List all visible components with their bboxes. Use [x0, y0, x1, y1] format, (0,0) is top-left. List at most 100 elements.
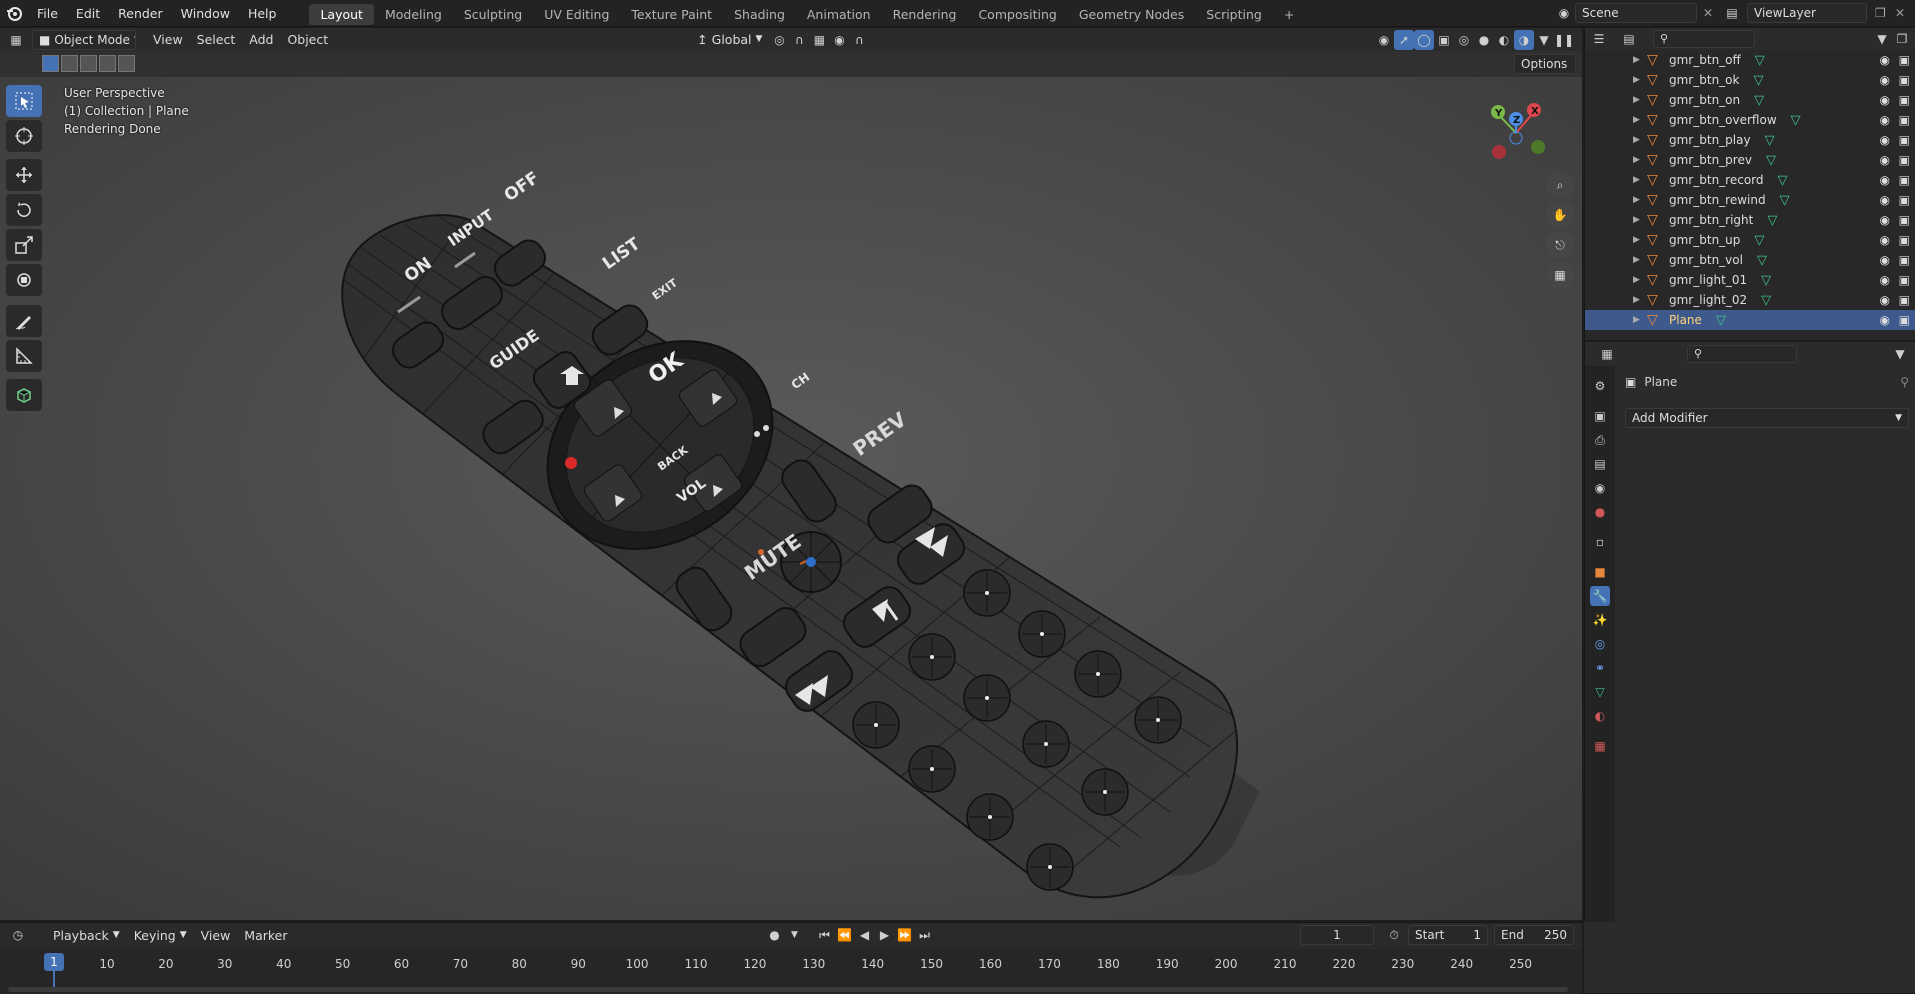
modifier-tab-icon[interactable]: 🔧: [1590, 586, 1610, 606]
rotate-tool[interactable]: [6, 194, 42, 226]
expand-arrow-icon[interactable]: ▶: [1633, 115, 1647, 125]
texture-tab-icon[interactable]: ▦: [1590, 736, 1610, 756]
tab-texture-paint[interactable]: Texture Paint: [620, 4, 723, 25]
expand-arrow-icon[interactable]: ▶: [1633, 175, 1647, 185]
ortho-grid-icon[interactable]: ▦: [1546, 261, 1574, 289]
expand-arrow-icon[interactable]: ▶: [1633, 295, 1647, 305]
select-mode-buttons[interactable]: [42, 55, 135, 72]
mesh-data-icon[interactable]: ▽: [1780, 193, 1790, 208]
eye-icon[interactable]: ◉: [1880, 293, 1890, 307]
eye-icon[interactable]: ◉: [1880, 213, 1890, 227]
outliner-item[interactable]: ▶ ▽ gmr_light_01 ▽ ◉ ▣: [1585, 270, 1915, 290]
outliner-item[interactable]: ▶ ▽ gmr_btn_on ▽ ◉ ▣: [1585, 90, 1915, 110]
world-tab-icon[interactable]: ●: [1590, 502, 1610, 522]
mesh-data-icon[interactable]: ▽: [1753, 73, 1763, 88]
expand-arrow-icon[interactable]: ▶: [1633, 55, 1647, 65]
gizmo-neg-y-axis[interactable]: [1531, 140, 1545, 154]
eye-icon[interactable]: ◉: [1880, 273, 1890, 287]
menu-add[interactable]: Add: [242, 28, 280, 51]
camera-render-icon[interactable]: ▣: [1899, 93, 1910, 107]
outliner-item[interactable]: ▶ ▽ gmr_btn_off ▽ ◉ ▣: [1585, 50, 1915, 70]
select-box-tool[interactable]: [6, 85, 42, 117]
tab-sculpting[interactable]: Sculpting: [453, 4, 533, 25]
pan-hand-icon[interactable]: ✋: [1546, 201, 1574, 229]
expand-arrow-icon[interactable]: ▶: [1633, 255, 1647, 265]
shading-options-icon[interactable]: ▼: [1534, 30, 1554, 50]
camera-render-icon[interactable]: ▣: [1899, 233, 1910, 247]
camera-render-icon[interactable]: ▣: [1899, 313, 1910, 327]
tab-compositing[interactable]: Compositing: [967, 4, 1067, 25]
tab-layout[interactable]: Layout: [309, 3, 374, 25]
properties-editor-icon[interactable]: ▦: [1597, 344, 1617, 364]
mesh-data-icon[interactable]: ▽: [1757, 253, 1767, 268]
camera-render-icon[interactable]: ▣: [1899, 253, 1910, 267]
expand-arrow-icon[interactable]: ▶: [1633, 155, 1647, 165]
outliner-item[interactable]: ▶ ▽ gmr_btn_play ▽ ◉ ▣: [1585, 130, 1915, 150]
material-tab-icon[interactable]: ◐: [1590, 706, 1610, 726]
select-intersect-icon[interactable]: [118, 55, 135, 72]
mode-dropdown[interactable]: ■ Object Mode ▼: [32, 29, 136, 50]
camera-render-icon[interactable]: ▣: [1899, 153, 1910, 167]
expand-arrow-icon[interactable]: ▶: [1633, 95, 1647, 105]
mesh-data-icon[interactable]: ▽: [1761, 293, 1771, 308]
eye-icon[interactable]: ◉: [1880, 193, 1890, 207]
menu-object[interactable]: Object: [280, 28, 335, 51]
eye-icon[interactable]: ◉: [1880, 253, 1890, 267]
eye-icon[interactable]: ◉: [1880, 313, 1890, 327]
navigation-gizmo[interactable]: X Y Z: [1478, 92, 1562, 172]
visibility-icon[interactable]: ◉: [1374, 30, 1394, 50]
outliner-item[interactable]: ▶ ▽ gmr_btn_vol ▽ ◉ ▣: [1585, 250, 1915, 270]
tab-rendering[interactable]: Rendering: [882, 4, 968, 25]
tab-modeling[interactable]: Modeling: [374, 4, 453, 25]
outliner-item[interactable]: ▶ ▽ gmr_btn_prev ▽ ◉ ▣: [1585, 150, 1915, 170]
menu-render[interactable]: Render: [109, 0, 172, 27]
scene-selector-icon[interactable]: ◉: [1553, 6, 1575, 20]
camera-render-icon[interactable]: ▣: [1899, 133, 1910, 147]
overlay-toggle-icon[interactable]: ◯: [1414, 29, 1434, 50]
gizmo-toggle-icon[interactable]: ➚: [1394, 29, 1414, 50]
rendered-shading-icon[interactable]: ◑: [1514, 29, 1534, 50]
3d-viewport[interactable]: ON INPUT OFF LIST GUIDE EXIT OK BACK CH …: [0, 77, 1582, 920]
camera-render-icon[interactable]: ▣: [1899, 273, 1910, 287]
mesh-data-icon[interactable]: ▽: [1754, 93, 1764, 108]
mesh-data-icon[interactable]: ▽: [1767, 213, 1777, 228]
pause-render-icon[interactable]: ❚❚: [1554, 30, 1574, 50]
view-layer-tab-icon[interactable]: ▤: [1590, 454, 1610, 474]
eye-icon[interactable]: ◉: [1880, 53, 1890, 67]
pin-icon[interactable]: ⚲: [1900, 375, 1909, 389]
select-subtract-icon[interactable]: [80, 55, 97, 72]
particles-tab-icon[interactable]: ✨: [1590, 610, 1610, 630]
eye-icon[interactable]: ◉: [1880, 173, 1890, 187]
scene-close-icon[interactable]: ✕: [1703, 6, 1717, 20]
physics-tab-icon[interactable]: ◎: [1590, 634, 1610, 654]
gizmo-neg-x-axis[interactable]: [1492, 145, 1506, 159]
snap-icon[interactable]: ∩: [789, 30, 809, 50]
display-mode-icon[interactable]: ▤: [1619, 29, 1639, 49]
outliner-item[interactable]: ▶ ▽ gmr_light_02 ▽ ◉ ▣: [1585, 290, 1915, 310]
eye-icon[interactable]: ◉: [1880, 93, 1890, 107]
scene-tab-icon[interactable]: ◉: [1590, 478, 1610, 498]
annotate-tool[interactable]: [6, 305, 42, 337]
camera-render-icon[interactable]: ▣: [1899, 293, 1910, 307]
new-collection-icon[interactable]: ❐: [1892, 29, 1912, 49]
expand-arrow-icon[interactable]: ▶: [1633, 275, 1647, 285]
zoom-icon[interactable]: ⌕: [1546, 171, 1574, 199]
menu-file[interactable]: File: [28, 0, 67, 27]
editor-type-icon[interactable]: ▦: [6, 30, 26, 50]
outliner-item[interactable]: ▶ ▽ gmr_btn_overflow ▽ ◉ ▣: [1585, 110, 1915, 130]
camera-render-icon[interactable]: ▣: [1899, 173, 1910, 187]
snap-target-icon[interactable]: ▦: [809, 30, 829, 50]
blender-logo-icon[interactable]: [0, 0, 28, 27]
mesh-data-icon[interactable]: ▽: [1754, 233, 1764, 248]
mesh-data-icon[interactable]: ▽: [1765, 133, 1775, 148]
mesh-data-icon[interactable]: ▽: [1766, 153, 1776, 168]
constraints-tab-icon[interactable]: ⚭: [1590, 658, 1610, 678]
mesh-data-icon[interactable]: ▽: [1755, 53, 1765, 68]
outliner-item[interactable]: ▶ ▽ Plane ▽ ◉ ▣: [1585, 310, 1915, 330]
outliner-search-input[interactable]: ⚲: [1653, 30, 1755, 48]
menu-edit[interactable]: Edit: [67, 0, 109, 27]
eye-icon[interactable]: ◉: [1880, 113, 1890, 127]
select-invert-icon[interactable]: [99, 55, 116, 72]
xray-icon[interactable]: ▣: [1434, 30, 1454, 50]
scale-tool[interactable]: [6, 229, 42, 261]
